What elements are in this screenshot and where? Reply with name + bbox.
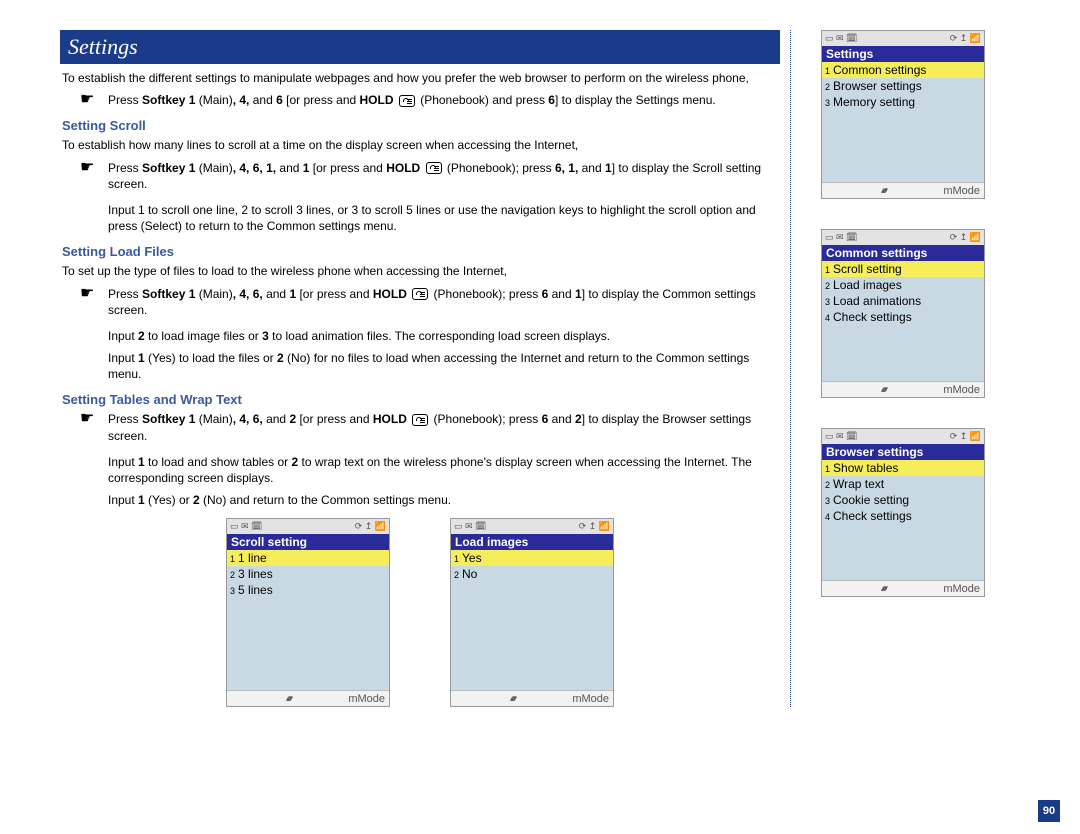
phone-title: Scroll setting [227,534,389,550]
step-text: Press Softkey 1 (Main), 4, 6, and 2 [or … [108,411,780,443]
phone-status-bar: ▭ ✉ 🗓⟳ ↥ 📶 [822,31,984,46]
phonebook-icon [426,162,442,174]
phone-load-images: ▭ ✉ 🗓⟳ ↥ 📶Load images1Yes2No▴▾mMode [450,518,614,707]
phone-menu-item: 1Show tables [822,460,984,476]
subheading-tables: Setting Tables and Wrap Text [62,392,780,407]
phone-menu-list: 1Show tables2Wrap text3Cookie setting4Ch… [822,460,984,580]
phone-menu-list: 1Yes2No [451,550,613,690]
intro-text: To establish the different settings to m… [62,70,780,86]
phone-menu-item: 4Check settings [822,309,984,325]
phone-menu-item: 1Yes [451,550,613,566]
phone-title: Settings [822,46,984,62]
section-header: Settings [60,30,780,64]
main-column: Settings To establish the different sett… [60,30,790,707]
phone-browser-settings: ▭ ✉ 🗓⟳ ↥ 📶Browser settings1Show tables2W… [821,428,985,597]
phone-softkey-bar: ▴▾mMode [822,580,984,596]
softkey-label: mMode [943,583,980,595]
step-settings-menu: ☛ Press Softkey 1 (Main), 4, and 6 [or p… [80,92,780,108]
phone-menu-list: 1Scroll setting2Load images3Load animati… [822,261,984,381]
load-intro: To set up the type of files to load to t… [62,263,780,279]
phone-menu-list: 1Common settings2Browser settings3Memory… [822,62,984,182]
softkey-label: mMode [943,384,980,396]
phone-menu-item: 4Check settings [822,508,984,524]
phone-menu-item: 2Browser settings [822,78,984,94]
phone-menu-item: 1Common settings [822,62,984,78]
phone-settings: ▭ ✉ 🗓⟳ ↥ 📶Settings1Common settings2Brows… [821,30,985,199]
pointer-icon: ☛ [80,160,108,192]
step-text: Press Softkey 1 (Main), 4, 6, 1, and 1 [… [108,160,780,192]
step-load: ☛ Press Softkey 1 (Main), 4, 6, and 1 [o… [80,286,780,318]
phone-menu-item: 3Cookie setting [822,492,984,508]
phone-menu-item: 3Load animations [822,293,984,309]
scroll-cont: Input 1 to scroll one line, 2 to scroll … [108,202,780,234]
phone-menu-item: 11 line [227,550,389,566]
phone-common-settings: ▭ ✉ 🗓⟳ ↥ 📶Common settings1Scroll setting… [821,229,985,398]
phone-status-bar: ▭ ✉ 🗓⟳ ↥ 📶 [451,519,613,534]
softkey-label: mMode [572,693,609,705]
softkey-label: mMode [348,693,385,705]
pointer-icon: ☛ [80,92,108,108]
phone-status-bar: ▭ ✉ 🗓⟳ ↥ 📶 [822,230,984,245]
load-cont2: Input 1 (Yes) to load the files or 2 (No… [108,350,780,382]
phonebook-icon [412,288,428,300]
pointer-icon: ☛ [80,411,108,443]
sidebar-phone-screens: ▭ ✉ 🗓⟳ ↥ 📶Settings1Common settings2Brows… [790,30,985,707]
phone-menu-item: 2Wrap text [822,476,984,492]
phone-status-bar: ▭ ✉ 🗓⟳ ↥ 📶 [822,429,984,444]
pointer-icon: ☛ [80,286,108,318]
scroll-intro: To establish how many lines to scroll at… [62,137,780,153]
phone-softkey-bar: ▴▾mMode [822,381,984,397]
phone-softkey-bar: ▴▾mMode [822,182,984,198]
page-number: 90 [1038,800,1060,822]
tables-cont2: Input 1 (Yes) or 2 (No) and return to th… [108,492,780,508]
phone-menu-item: 23 lines [227,566,389,582]
phonebook-icon [399,95,415,107]
subheading-scroll: Setting Scroll [62,118,780,133]
phone-menu-item: 2No [451,566,613,582]
load-cont1: Input 2 to load image files or 3 to load… [108,328,780,344]
phone-menu-item: 3Memory setting [822,94,984,110]
step-text: Press Softkey 1 (Main), 4, and 6 [or pre… [108,92,780,108]
phone-title: Browser settings [822,444,984,460]
subheading-load: Setting Load Files [62,244,780,259]
phone-menu-item: 2Load images [822,277,984,293]
softkey-label: mMode [943,185,980,197]
phone-title: Load images [451,534,613,550]
step-text: Press Softkey 1 (Main), 4, 6, and 1 [or … [108,286,780,318]
phone-title: Common settings [822,245,984,261]
phone-status-bar: ▭ ✉ 🗓⟳ ↥ 📶 [227,519,389,534]
step-tables: ☛ Press Softkey 1 (Main), 4, 6, and 2 [o… [80,411,780,443]
phone-menu-item: 35 lines [227,582,389,598]
phone-softkey-bar: ▴▾mMode [227,690,389,706]
phonebook-icon [412,414,428,426]
phone-scroll-setting: ▭ ✉ 🗓⟳ ↥ 📶Scroll setting11 line23 lines3… [226,518,390,707]
phone-menu-item: 1Scroll setting [822,261,984,277]
inline-phone-screens: ▭ ✉ 🗓⟳ ↥ 📶Scroll setting11 line23 lines3… [60,518,780,707]
step-scroll: ☛ Press Softkey 1 (Main), 4, 6, 1, and 1… [80,160,780,192]
phone-softkey-bar: ▴▾mMode [451,690,613,706]
tables-cont1: Input 1 to load and show tables or 2 to … [108,454,780,486]
phone-menu-list: 11 line23 lines35 lines [227,550,389,690]
